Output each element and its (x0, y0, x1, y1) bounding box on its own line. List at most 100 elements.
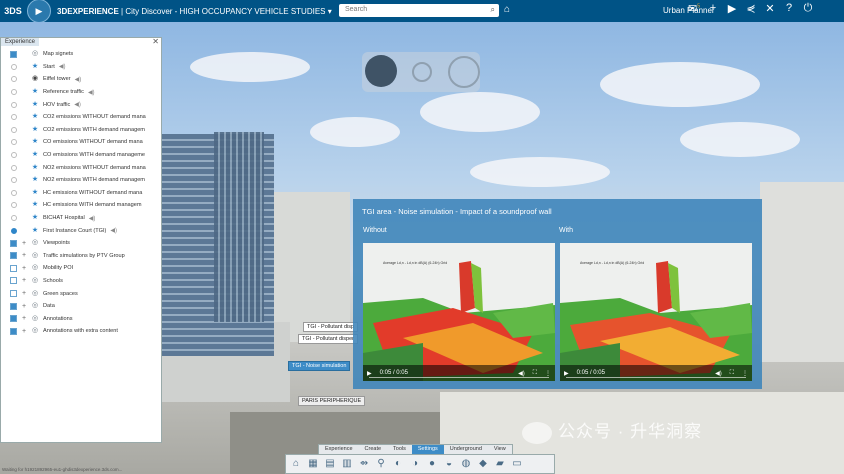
audio-icon[interactable]: ◀) (59, 63, 66, 70)
scene-annotation[interactable]: TGI - Pollutant disper (298, 334, 358, 344)
panel-tab[interactable]: Experience (1, 38, 40, 46)
tree-item[interactable]: ★ First Instance Court (TGI) ◀) (1, 224, 161, 237)
tree-item[interactable]: + ◎ Traffic simulations by PTV Group (1, 250, 161, 263)
tree-item[interactable]: ◉ Eiffel tower ◀) (1, 73, 161, 86)
more-icon[interactable]: ⋮ (545, 370, 551, 377)
fullscreen-icon[interactable]: ⛶ (730, 370, 734, 377)
app-title[interactable]: 3DEXPERIENCE | City Discover - HIGH OCCU… (57, 7, 332, 16)
volume-icon[interactable]: ◀) (518, 370, 525, 377)
visibility-checkbox[interactable] (10, 315, 17, 323)
tree-item[interactable]: ★ HC emissions WITH demand managem (1, 199, 161, 212)
tree-item[interactable]: ★ NO2 emissions WITH demand managem (1, 174, 161, 187)
tree-item[interactable]: ◎ Map signets (1, 48, 161, 61)
pin-icon[interactable]: ⚲ (374, 457, 388, 471)
tools-icon[interactable]: ✕ (764, 2, 776, 15)
add-icon[interactable]: + (707, 2, 719, 15)
tree-item[interactable]: ★ BICHAT Hospital ◀) (1, 212, 161, 225)
power-icon[interactable]: ⏻ (802, 2, 814, 15)
tree-item[interactable]: + ◎ Data (1, 300, 161, 313)
layers-icon[interactable]: ▦ (306, 457, 320, 471)
search-icon[interactable]: ⌕ (491, 5, 495, 15)
audio-icon[interactable]: ◀) (75, 76, 82, 83)
radio-button[interactable] (11, 227, 17, 234)
home-icon[interactable]: ⌂ (289, 457, 303, 471)
scene-annotation[interactable]: TGI - Noise simulation (288, 361, 351, 371)
expand-icon[interactable]: + (21, 252, 27, 259)
rotate-icon[interactable] (448, 56, 480, 88)
visibility-checkbox[interactable] (10, 252, 17, 260)
expand-icon[interactable]: + (21, 265, 27, 272)
close-icon[interactable]: ✕ (152, 37, 159, 46)
tree-item[interactable]: + ◎ Viewpoints (1, 237, 161, 250)
video-progress[interactable] (369, 377, 549, 378)
tree-item[interactable]: + ◎ Mobility POI (1, 262, 161, 275)
share-icon[interactable]: ⋞ (745, 2, 757, 15)
visibility-checkbox[interactable] (10, 302, 17, 310)
radio-button[interactable] (11, 202, 17, 209)
tree-item[interactable]: ★ Start ◀) (1, 61, 161, 74)
tree-item[interactable]: + ◎ Annotations with extra content (1, 325, 161, 338)
visibility-checkbox[interactable] (10, 327, 17, 335)
sphere-icon[interactable]: ● (425, 457, 439, 471)
search-input[interactable]: Search ⌕ (339, 4, 499, 17)
action-bar-tab[interactable]: Tools (387, 445, 412, 454)
tree-item[interactable]: ★ CO2 emissions WITH demand managem (1, 124, 161, 137)
tree-item[interactable]: + ◎ Annotations (1, 312, 161, 325)
radio-button[interactable] (11, 215, 17, 222)
audio-icon[interactable]: ◀) (88, 89, 95, 96)
action-bar-tab[interactable]: Experience (319, 445, 359, 454)
navigation-control[interactable] (362, 52, 480, 92)
visibility-checkbox[interactable] (10, 239, 17, 247)
ground-icon[interactable]: ◆ (476, 457, 490, 471)
radio-button[interactable] (11, 139, 17, 146)
expand-icon[interactable]: + (21, 277, 27, 284)
action-bar-tab[interactable]: Create (359, 445, 388, 454)
radio-button[interactable] (11, 189, 17, 196)
tree-item[interactable]: ★ CO emissions WITHOUT demand mana (1, 136, 161, 149)
expand-icon[interactable]: + (21, 290, 27, 297)
radio-button[interactable] (11, 76, 17, 83)
light-icon[interactable]: ◒ (442, 457, 456, 471)
chevron-down-icon[interactable]: ▾ (328, 7, 332, 16)
visibility-checkbox[interactable] (10, 290, 17, 298)
scene-annotation[interactable]: TGI - Pollutant disp (303, 322, 359, 332)
scene-annotation[interactable]: PARIS PERIPHERIQUE (298, 396, 366, 406)
terrain-icon[interactable]: ▰ (493, 457, 507, 471)
expand-icon[interactable]: + (21, 328, 27, 335)
action-bar-tab[interactable]: Settings (411, 445, 444, 454)
radio-button[interactable] (11, 101, 17, 108)
tree-item[interactable]: ★ NO2 emissions WITHOUT demand mana (1, 161, 161, 174)
tree-item[interactable]: ★ CO emissions WITH demand manageme (1, 149, 161, 162)
radio-button[interactable] (11, 114, 17, 121)
tree-item[interactable]: + ◎ Schools (1, 275, 161, 288)
compass-icon[interactable]: ▶ (27, 0, 51, 23)
more-icon[interactable]: ⋮ (742, 370, 748, 377)
zoom-icon[interactable] (412, 62, 432, 82)
radio-button[interactable] (11, 63, 17, 70)
grid-icon[interactable]: ▤ (323, 457, 337, 471)
tree-item[interactable]: ★ CO2 emissions WITHOUT demand mana (1, 111, 161, 124)
measure-icon[interactable]: ⇴ (357, 457, 371, 471)
tree-item[interactable]: ★ HC emissions WITHOUT demand mana (1, 187, 161, 200)
radio-button[interactable] (11, 89, 17, 96)
play-icon[interactable]: ▶ (564, 370, 569, 377)
fullscreen-icon[interactable]: ⛶ (533, 370, 537, 377)
tree-item[interactable]: ★ HOV traffic ◀) (1, 98, 161, 111)
visibility-checkbox[interactable] (10, 277, 17, 285)
expand-icon[interactable]: + (21, 315, 27, 322)
notification-icon[interactable]: ✉5 (688, 2, 700, 15)
shading-icon[interactable]: ◑ (408, 457, 422, 471)
help-icon[interactable]: ? (783, 2, 795, 15)
video-with[interactable]: Average Ld,n - Ld,n in dB(A) (6-24h) Gri… (560, 243, 752, 381)
pan-icon[interactable] (365, 55, 397, 87)
video-progress[interactable] (566, 377, 746, 378)
visibility-checkbox[interactable] (10, 264, 17, 272)
audio-icon[interactable]: ◀) (74, 101, 81, 108)
expand-icon[interactable]: + (21, 240, 27, 247)
action-bar-tab[interactable]: Underground (444, 445, 488, 454)
screen-icon[interactable]: ▭ (510, 457, 524, 471)
radio-button[interactable] (11, 126, 17, 133)
play-icon[interactable]: ▶ (367, 370, 372, 377)
tag-icon[interactable]: ⌂ (504, 4, 510, 15)
expand-icon[interactable]: + (21, 303, 27, 310)
